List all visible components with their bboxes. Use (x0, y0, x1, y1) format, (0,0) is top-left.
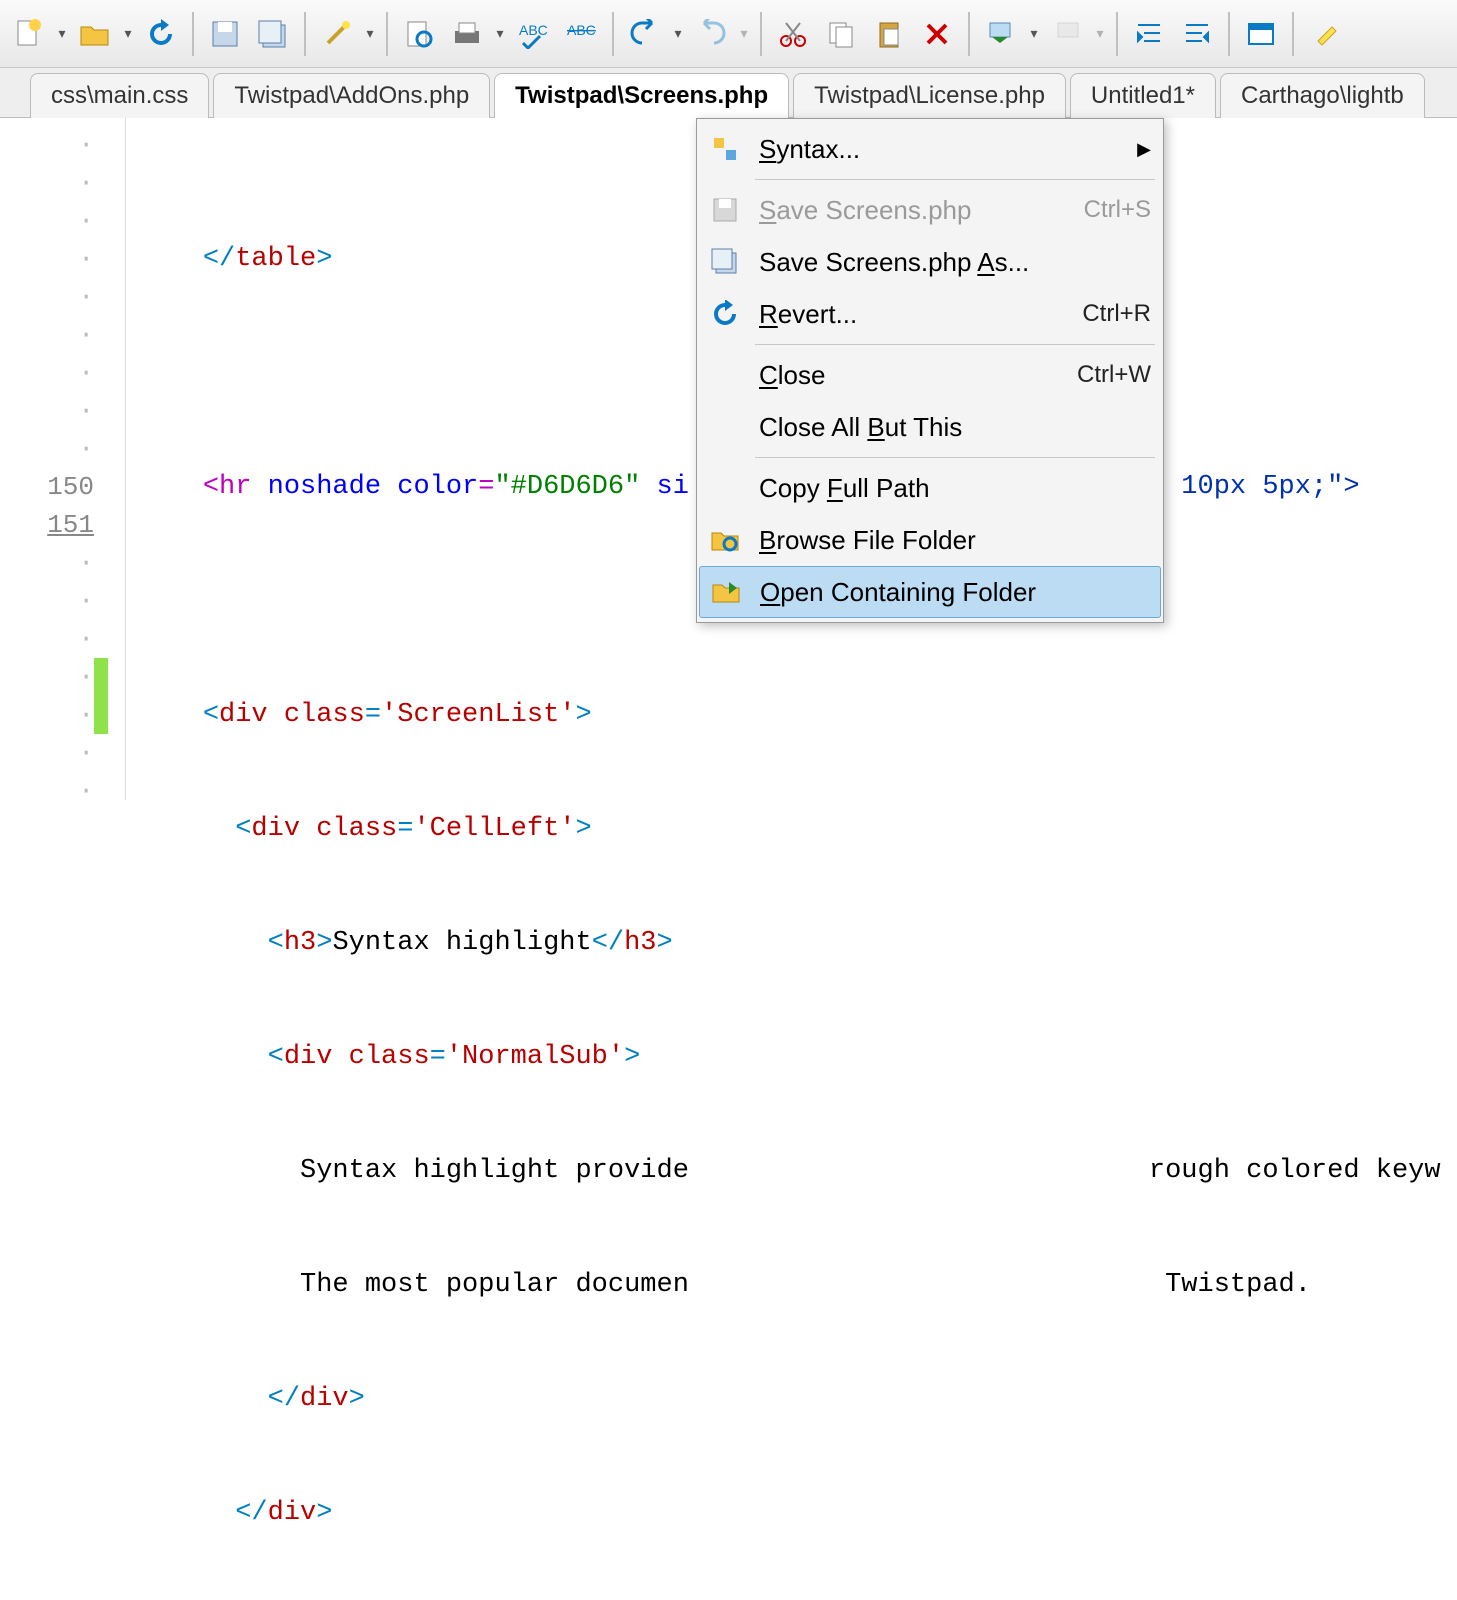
undo-icon[interactable] (622, 11, 668, 57)
spellcheck-icon[interactable]: ABC (510, 11, 556, 57)
menu-close[interactable]: Close Ctrl+W (699, 349, 1161, 401)
print-icon[interactable] (444, 11, 490, 57)
syntax-icon (703, 127, 747, 171)
indent-icon[interactable] (1126, 11, 1172, 57)
fold-column (110, 118, 126, 800)
save-icon[interactable] (202, 11, 248, 57)
save-icon (703, 188, 747, 232)
open-folder-icon (704, 570, 748, 614)
tab-carthago[interactable]: Carthago\lightb (1220, 73, 1425, 118)
window-icon[interactable] (1238, 11, 1284, 57)
paste-icon[interactable] (866, 11, 912, 57)
menu-copy-full-path[interactable]: Copy Full Path (699, 462, 1161, 514)
change-marker (94, 658, 108, 734)
main-toolbar: ▾ ▾ ▾ ▾ ABC ABC ▾ ▾ ▾ ▾ (0, 0, 1457, 68)
open-file-icon[interactable] (72, 11, 118, 57)
new-file-icon[interactable] (6, 11, 52, 57)
menu-save: Save Screens.php Ctrl+S (699, 184, 1161, 236)
undo-dropdown[interactable]: ▾ (670, 25, 686, 42)
open-file-dropdown[interactable]: ▾ (120, 25, 136, 42)
tab-addons-php[interactable]: Twistpad\AddOns.php (213, 73, 490, 118)
print-dropdown[interactable]: ▾ (492, 25, 508, 42)
submenu-arrow-icon: ▶ (1137, 139, 1151, 160)
tab-untitled1[interactable]: Untitled1* (1070, 73, 1216, 118)
wand-dropdown[interactable]: ▾ (362, 25, 378, 42)
redo-icon[interactable] (688, 11, 734, 57)
svg-text:ABC: ABC (567, 22, 596, 38)
print-preview-icon[interactable] (396, 11, 442, 57)
save-as-icon (703, 240, 747, 284)
menu-open-containing-folder[interactable]: Open Containing Folder (699, 566, 1161, 618)
copy-icon[interactable] (818, 11, 864, 57)
spellcheck-off-icon[interactable]: ABC (558, 11, 604, 57)
tab-context-menu: SSyntax...yntax... ▶ Save Screens.php Ct… (696, 118, 1164, 623)
tab-screens-php[interactable]: Twistpad\Screens.php (494, 73, 789, 118)
go-back-dropdown[interactable]: ▾ (1026, 25, 1042, 42)
new-file-dropdown[interactable]: ▾ (54, 25, 70, 42)
menu-revert[interactable]: Revert... Ctrl+R (699, 288, 1161, 340)
svg-text:ABC: ABC (519, 22, 548, 38)
file-tabs: css\main.css Twistpad\AddOns.php Twistpa… (0, 68, 1457, 118)
tab-main-css[interactable]: css\main.css (30, 73, 209, 118)
line-number-150: 150 (0, 468, 94, 506)
line-number-151: 151 (0, 506, 94, 544)
menu-close-all-but-this[interactable]: Close All But This (699, 401, 1161, 453)
menu-syntax[interactable]: SSyntax...yntax... ▶ (699, 123, 1161, 175)
outdent-icon[interactable] (1174, 11, 1220, 57)
menu-browse-file-folder[interactable]: Browse File Folder (699, 514, 1161, 566)
menu-save-as[interactable]: Save Screens.php As... (699, 236, 1161, 288)
wand-icon[interactable] (314, 11, 360, 57)
browse-folder-icon (703, 518, 747, 562)
highlight-icon[interactable] (1302, 11, 1348, 57)
refresh-icon[interactable] (138, 11, 184, 57)
go-fwd-icon[interactable] (1044, 11, 1090, 57)
save-all-icon[interactable] (250, 11, 296, 57)
redo-dropdown[interactable]: ▾ (736, 25, 752, 42)
revert-icon (703, 292, 747, 336)
delete-icon[interactable] (914, 11, 960, 57)
go-back-icon[interactable] (978, 11, 1024, 57)
tab-license-php[interactable]: Twistpad\License.php (793, 73, 1066, 118)
cut-icon[interactable] (770, 11, 816, 57)
go-fwd-dropdown[interactable]: ▾ (1092, 25, 1108, 42)
